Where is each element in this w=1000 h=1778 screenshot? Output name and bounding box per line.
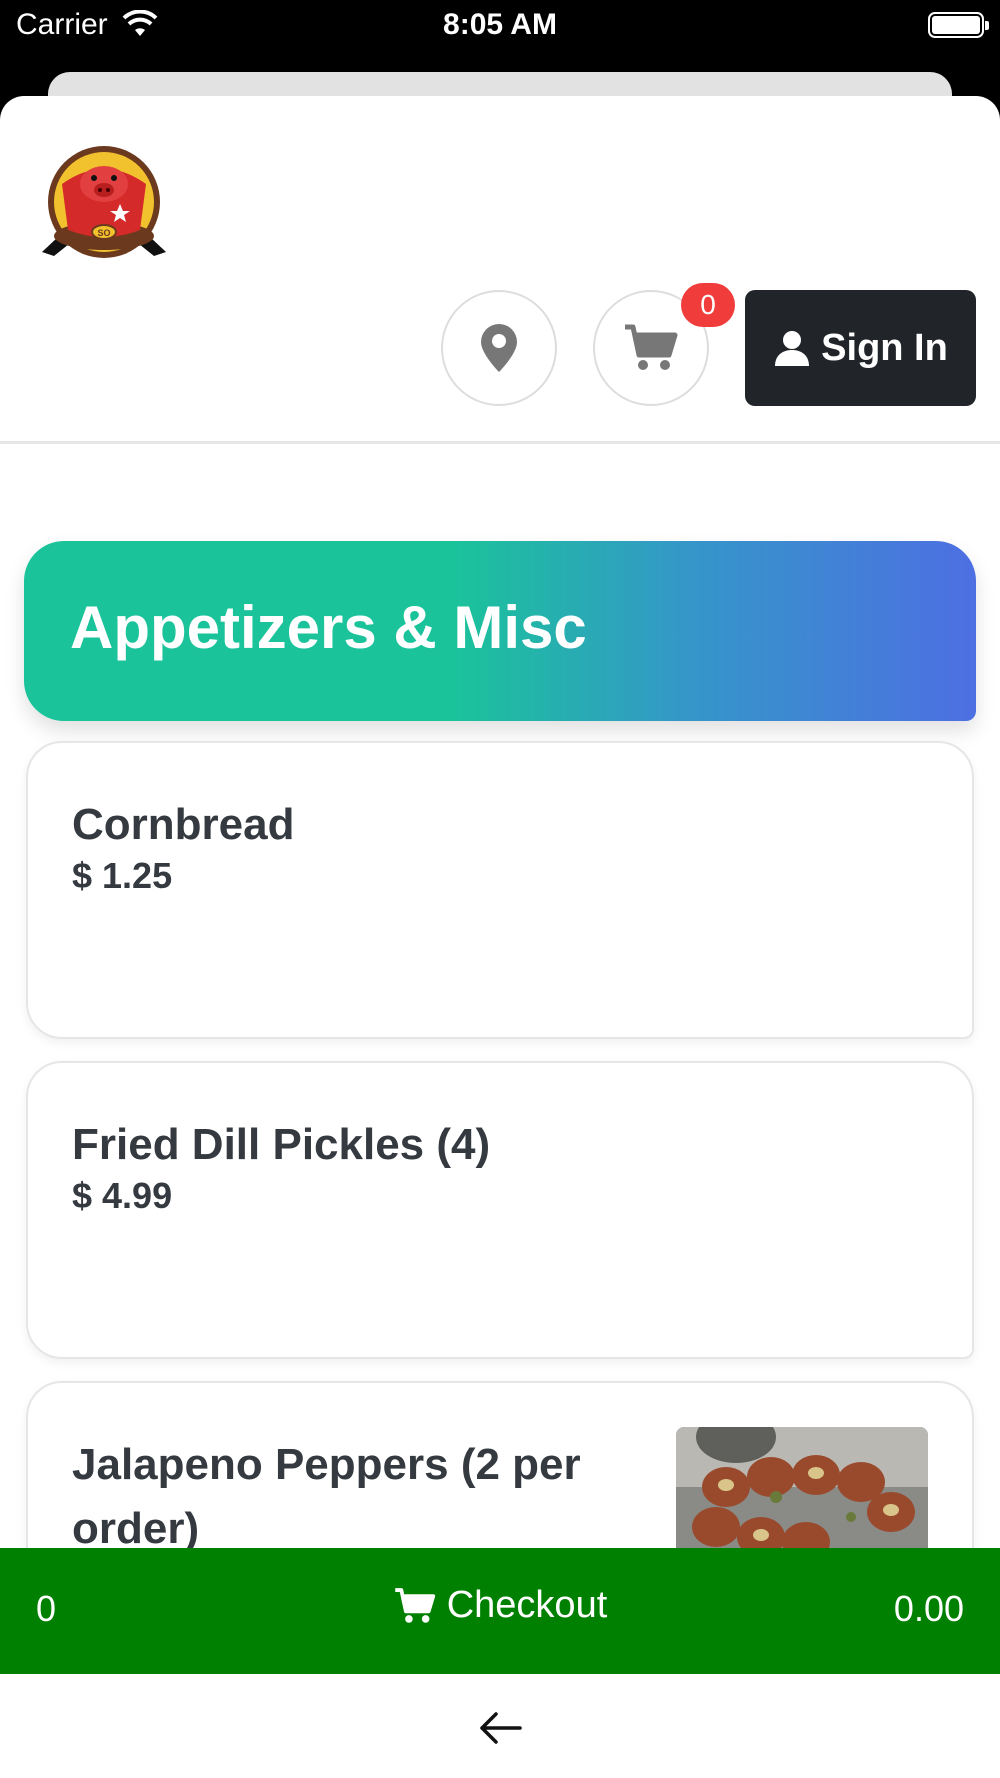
cart-icon bbox=[625, 324, 678, 370]
menu-item-name: Jalapeno Peppers (2 per order) bbox=[72, 1440, 581, 1553]
checkout-bar[interactable]: 0 Checkout 0.00 bbox=[0, 1548, 1000, 1674]
menu-item-card[interactable]: Cornbread $ 1.25 bbox=[26, 741, 974, 1039]
back-arrow-icon[interactable] bbox=[478, 1710, 522, 1746]
user-icon bbox=[775, 331, 810, 366]
menu-item-card[interactable]: Fried Dill Pickles (4) $ 4.99 bbox=[26, 1061, 974, 1359]
checkout-button[interactable]: Checkout bbox=[0, 1584, 1000, 1627]
location-button[interactable] bbox=[441, 290, 557, 406]
status-time: 8:05 AM bbox=[443, 8, 557, 41]
status-bar: Carrier 8:05 AM bbox=[0, 0, 1000, 72]
location-pin-icon bbox=[481, 324, 517, 372]
bottom-toolbar bbox=[0, 1674, 1000, 1778]
cart-icon bbox=[394, 1587, 435, 1623]
sign-in-label: Sign In bbox=[821, 326, 948, 369]
category-header: Appetizers & Misc bbox=[24, 541, 976, 721]
cart-count-badge: 0 bbox=[681, 283, 735, 327]
checkout-total: 0.00 bbox=[893, 1588, 964, 1629]
checkout-label: Checkout bbox=[446, 1584, 608, 1626]
menu-item-price: $ 1.25 bbox=[72, 855, 173, 896]
menu-item-price: $ 4.99 bbox=[72, 1175, 173, 1216]
restaurant-logo: SO bbox=[42, 146, 166, 258]
header-divider bbox=[0, 441, 1000, 444]
app-sheet: SO 0 Sign In Appetizers & Misc Cornbread… bbox=[0, 96, 1000, 1778]
logo-text: SO bbox=[97, 228, 110, 238]
battery-icon bbox=[928, 12, 989, 38]
sign-in-button[interactable]: Sign In bbox=[745, 290, 976, 406]
category-title: Appetizers & Misc bbox=[70, 594, 587, 661]
menu-item-name: Fried Dill Pickles (4) bbox=[72, 1120, 491, 1169]
menu-item-name: Cornbread bbox=[72, 800, 295, 849]
